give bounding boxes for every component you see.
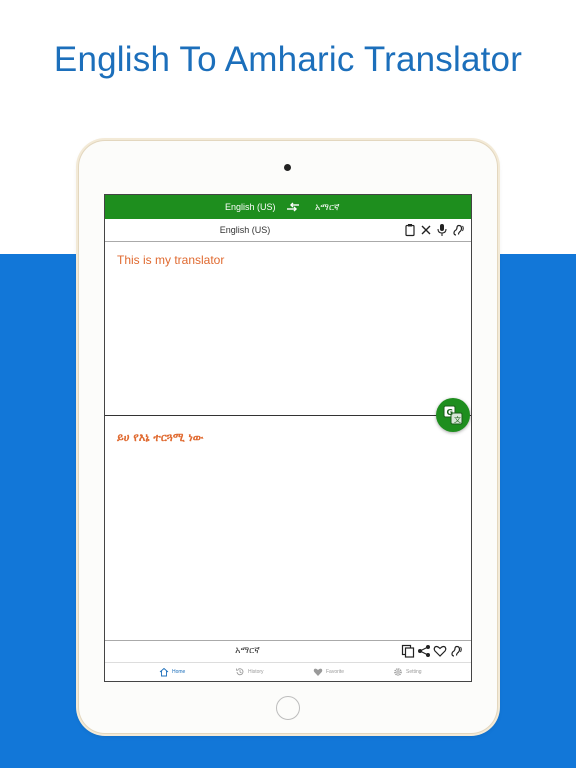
svg-text:G: G [447,408,454,417]
app-screen: English (US) አማርኛ English (US) This is m… [104,194,472,682]
svg-text:文: 文 [454,415,461,424]
translate-icon: G 文 [443,405,463,425]
nav-history-label: History [248,669,264,675]
nav-favorite-label: Favorite [326,669,345,675]
speaker-icon[interactable] [449,644,463,658]
clipboard-icon[interactable] [403,223,417,237]
history-icon [236,668,244,676]
source-language-selector[interactable]: English (US) [225,202,276,212]
promo-headline: English To Amharic Translator [53,40,523,79]
bottom-navigation: Home History Favorite Setting [105,662,471,681]
heart-icon[interactable] [433,644,447,658]
translated-text: ይሀ የእኔ ተርጓሚ ነው [117,431,204,444]
camera-icon [284,164,291,171]
close-icon[interactable] [419,223,433,237]
copy-icon[interactable] [401,644,415,658]
nav-favorite[interactable]: Favorite [313,667,344,677]
source-text-input[interactable]: This is my translator [117,253,224,267]
home-button[interactable] [276,696,300,720]
panel-divider [105,415,471,416]
gear-icon [394,668,402,676]
nav-setting-label: Setting [406,669,422,675]
heart-icon [313,668,323,676]
target-toolbar: አማርኛ [105,640,471,663]
nav-setting[interactable]: Setting [393,667,422,677]
home-icon [159,667,169,677]
source-toolbar: English (US) [105,219,471,242]
nav-home[interactable]: Home [159,667,185,677]
source-language-label: English (US) [219,225,271,235]
share-icon[interactable] [417,644,431,658]
tablet-frame: English (US) አማርኛ English (US) This is m… [79,141,497,733]
target-language-label: አማርኛ [235,646,260,656]
translate-button[interactable]: G 文 [436,398,470,432]
language-header: English (US) አማርኛ [105,195,471,219]
nav-history[interactable]: History [235,667,264,677]
microphone-icon[interactable] [435,223,449,237]
speaker-icon[interactable] [451,223,465,237]
nav-home-label: Home [172,669,186,675]
swap-icon[interactable] [285,199,301,215]
target-language-selector[interactable]: አማርኛ [315,202,340,213]
